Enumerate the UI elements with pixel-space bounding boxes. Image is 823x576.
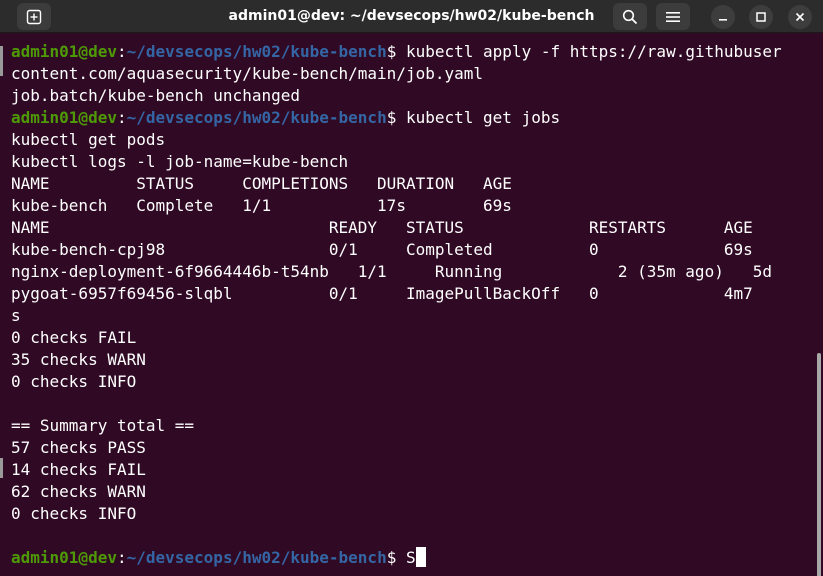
command-text: kubectl apply -f https://raw.githubuser	[396, 42, 782, 61]
scrollback-edge-mark	[0, 46, 3, 76]
hamburger-menu-icon	[666, 11, 680, 22]
scrollback-edge-mark	[0, 458, 3, 478]
output-line: content.com/aquasecurity/kube-bench/main…	[11, 64, 484, 83]
prompt-path: ~/devsecops/hw02/kube-bench	[126, 42, 387, 61]
output-line: kubectl get pods	[11, 130, 166, 149]
minimize-icon	[719, 19, 727, 21]
log-line: 0 checks INFO	[11, 372, 137, 391]
prompt-user: admin01@dev	[11, 548, 117, 567]
prompt-line[interactable]: admin01@dev:~/devsecops/hw02/kube-bench$…	[11, 547, 426, 569]
prompt-user: admin01@dev	[11, 108, 117, 127]
prompt-symbol: $	[386, 42, 397, 61]
minimize-button[interactable]	[711, 5, 735, 29]
scrollbar[interactable]	[817, 353, 821, 576]
log-line: 35 checks WARN	[11, 350, 146, 369]
output-line: job.batch/kube-bench unchanged	[11, 86, 300, 105]
prompt-symbol: $	[386, 108, 397, 127]
output-line: kubectl logs -l job-name=kube-bench	[11, 152, 349, 171]
search-button[interactable]	[613, 3, 647, 30]
output-line: s	[11, 306, 21, 325]
summary-line: 57 checks PASS	[11, 438, 146, 457]
command-text: kubectl get jobs	[396, 108, 561, 127]
pods-table-row: kube-bench-cpj98 0/1 Completed 0 69s	[11, 240, 753, 259]
prompt-separator: :	[116, 108, 127, 127]
search-icon	[622, 9, 638, 24]
pods-table-row: nginx-deployment-6f9664446b-t54nb 1/1 Ru…	[11, 262, 772, 281]
maximize-icon	[756, 12, 766, 22]
summary-line: 0 checks INFO	[11, 504, 137, 523]
terminal-window: admin01@dev: ~/devsecops/hw02/kube-bench	[0, 0, 823, 576]
jobs-table-row: kube-bench Complete 1/1 17s 69s	[11, 196, 512, 215]
close-button[interactable]	[788, 5, 812, 29]
prompt-path: ~/devsecops/hw02/kube-bench	[126, 108, 387, 127]
log-line: 0 checks FAIL	[11, 328, 137, 347]
pods-table-row: pygoat-6957f69456-slqbl 0/1 ImagePullBac…	[11, 284, 753, 303]
maximize-button[interactable]	[749, 5, 773, 29]
title-bar: admin01@dev: ~/devsecops/hw02/kube-bench	[0, 0, 823, 33]
new-tab-icon	[26, 9, 42, 24]
close-icon	[795, 12, 805, 22]
pods-table-header: NAME READY STATUS RESTARTS AGE	[11, 218, 753, 237]
terminal-output[interactable]: admin01@dev:~/devsecops/hw02/kube-bench$…	[0, 33, 823, 576]
menu-button[interactable]	[656, 3, 690, 30]
text-cursor	[415, 547, 426, 567]
prompt-line: admin01@dev:~/devsecops/hw02/kube-bench$…	[11, 41, 782, 63]
summary-title: == Summary total ==	[11, 416, 195, 435]
prompt-separator: :	[116, 42, 127, 61]
jobs-table-header: NAME STATUS COMPLETIONS DURATION AGE	[11, 174, 512, 193]
summary-line: 14 checks FAIL	[11, 460, 146, 479]
new-tab-button[interactable]	[17, 3, 51, 30]
window-title: admin01@dev: ~/devsecops/hw02/kube-bench	[228, 8, 595, 24]
prompt-symbol: $	[386, 548, 397, 567]
prompt-user: admin01@dev	[11, 42, 117, 61]
prompt-line: admin01@dev:~/devsecops/hw02/kube-bench$…	[11, 107, 560, 129]
summary-line: 62 checks WARN	[11, 482, 146, 501]
current-input[interactable]: S	[396, 548, 416, 567]
prompt-separator: :	[116, 548, 127, 567]
prompt-path: ~/devsecops/hw02/kube-bench	[126, 548, 387, 567]
